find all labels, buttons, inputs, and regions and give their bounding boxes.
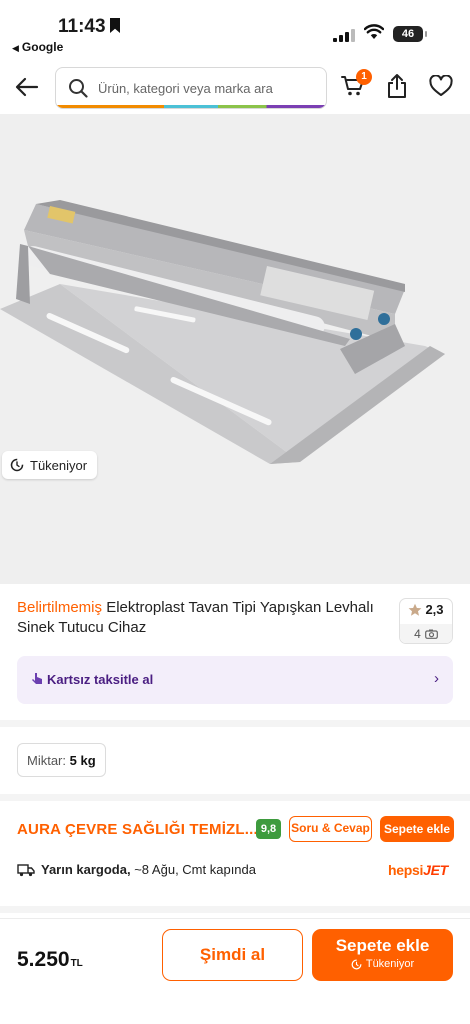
delivery-date: ~8 Ağu, Cmt kapında	[134, 862, 256, 877]
star-icon	[409, 603, 422, 616]
section-divider	[0, 906, 470, 913]
quantity-selector[interactable]: Miktar: 5 kg	[17, 743, 106, 777]
back-triangle-icon: ◀	[12, 43, 19, 53]
timer-icon	[10, 458, 24, 472]
add-to-cart-button[interactable]: Sepete ekle Tükeniyor	[312, 929, 453, 981]
rating-summary: 2,3	[400, 602, 452, 617]
cardless-installment-banner[interactable]: Kartsız taksitle al ›	[17, 656, 453, 704]
review-photo-count: 4	[414, 626, 421, 641]
hepsijet-logo: hepsiJET	[388, 862, 448, 878]
product-image[interactable]: Tükeniyor	[0, 114, 470, 584]
section-divider	[0, 794, 470, 801]
installment-hand-icon	[32, 673, 42, 684]
add-to-cart-sub-label: Tükeniyor	[365, 958, 415, 970]
search-brand-bar	[56, 105, 326, 108]
product-brand-link[interactable]: Belirtilmemiş	[17, 599, 102, 616]
delivery-truck-icon	[17, 863, 35, 876]
bottom-action-bar: 5.250TL Şimdi al Sepete ekle Tükeniyor	[0, 918, 470, 1024]
carrier-prefix: hepsi	[388, 862, 424, 878]
seller-name-link[interactable]: AURA ÇEVRE SAĞLIĞI TEMİZL...	[17, 821, 258, 838]
favorite-heart-icon[interactable]	[429, 75, 453, 97]
product-page: 11:43 ◀ Google 46 Ürün, kategori veya mar…	[0, 0, 470, 1024]
product-photo	[0, 200, 445, 464]
stock-status-chip: Tükeniyor	[2, 451, 98, 479]
back-app-label: Google	[21, 40, 64, 54]
battery-icon: 46	[393, 26, 427, 42]
quantity-value: 5 kg	[69, 753, 96, 768]
search-placeholder: Ürün, kategori veya marka ara	[98, 81, 273, 96]
delivery-info: Yarın kargoda, ~8 Ağu, Cmt kapında	[17, 862, 256, 877]
section-divider	[0, 720, 470, 727]
stock-status-label: Tükeniyor	[30, 457, 88, 473]
clock: 11:43	[58, 16, 106, 37]
price-currency: TL	[70, 958, 83, 969]
timer-icon	[351, 959, 362, 969]
price-value: 5.250	[17, 948, 70, 971]
chevron-right-icon: ›	[434, 670, 439, 687]
add-to-cart-label: Sepete ekle	[335, 936, 430, 955]
bookmark-icon	[110, 18, 120, 33]
installment-label: Kartsız taksitle al	[47, 672, 154, 687]
price: 5.250TL	[17, 948, 83, 972]
status-bar: 11:43 ◀ Google 46	[0, 0, 470, 58]
seller-score-badge: 9,8	[256, 819, 281, 839]
delivery-highlight: Yarın kargoda,	[41, 862, 131, 877]
wifi-icon	[364, 24, 384, 39]
signal-icon	[333, 28, 355, 42]
buy-now-button[interactable]: Şimdi al	[162, 929, 303, 981]
qa-button[interactable]: Soru & Cevap	[289, 816, 372, 842]
carrier-suffix: JET	[423, 862, 448, 878]
add-to-cart-sub: Tükeniyor	[312, 958, 453, 970]
cart-count-badge: 1	[356, 69, 372, 85]
back-arrow-icon[interactable]	[14, 74, 40, 100]
search-input[interactable]: Ürün, kategori veya marka ara	[55, 67, 327, 109]
search-icon	[69, 79, 88, 98]
rating-value: 2,3	[425, 602, 444, 617]
share-icon[interactable]	[386, 73, 408, 99]
product-title: Belirtilmemiş Elektroplast Tavan Tipi Ya…	[17, 598, 392, 638]
top-nav: Ürün, kategori veya marka ara 1	[0, 62, 470, 114]
camera-icon	[424, 629, 438, 639]
rating-box[interactable]: 2,3 4	[399, 598, 453, 644]
back-to-app-link[interactable]: ◀ Google	[12, 40, 63, 54]
seller-add-to-cart-button[interactable]: Sepete ekle	[380, 816, 454, 842]
review-photos: 4	[400, 624, 452, 643]
quantity-label: Miktar:	[27, 753, 66, 768]
